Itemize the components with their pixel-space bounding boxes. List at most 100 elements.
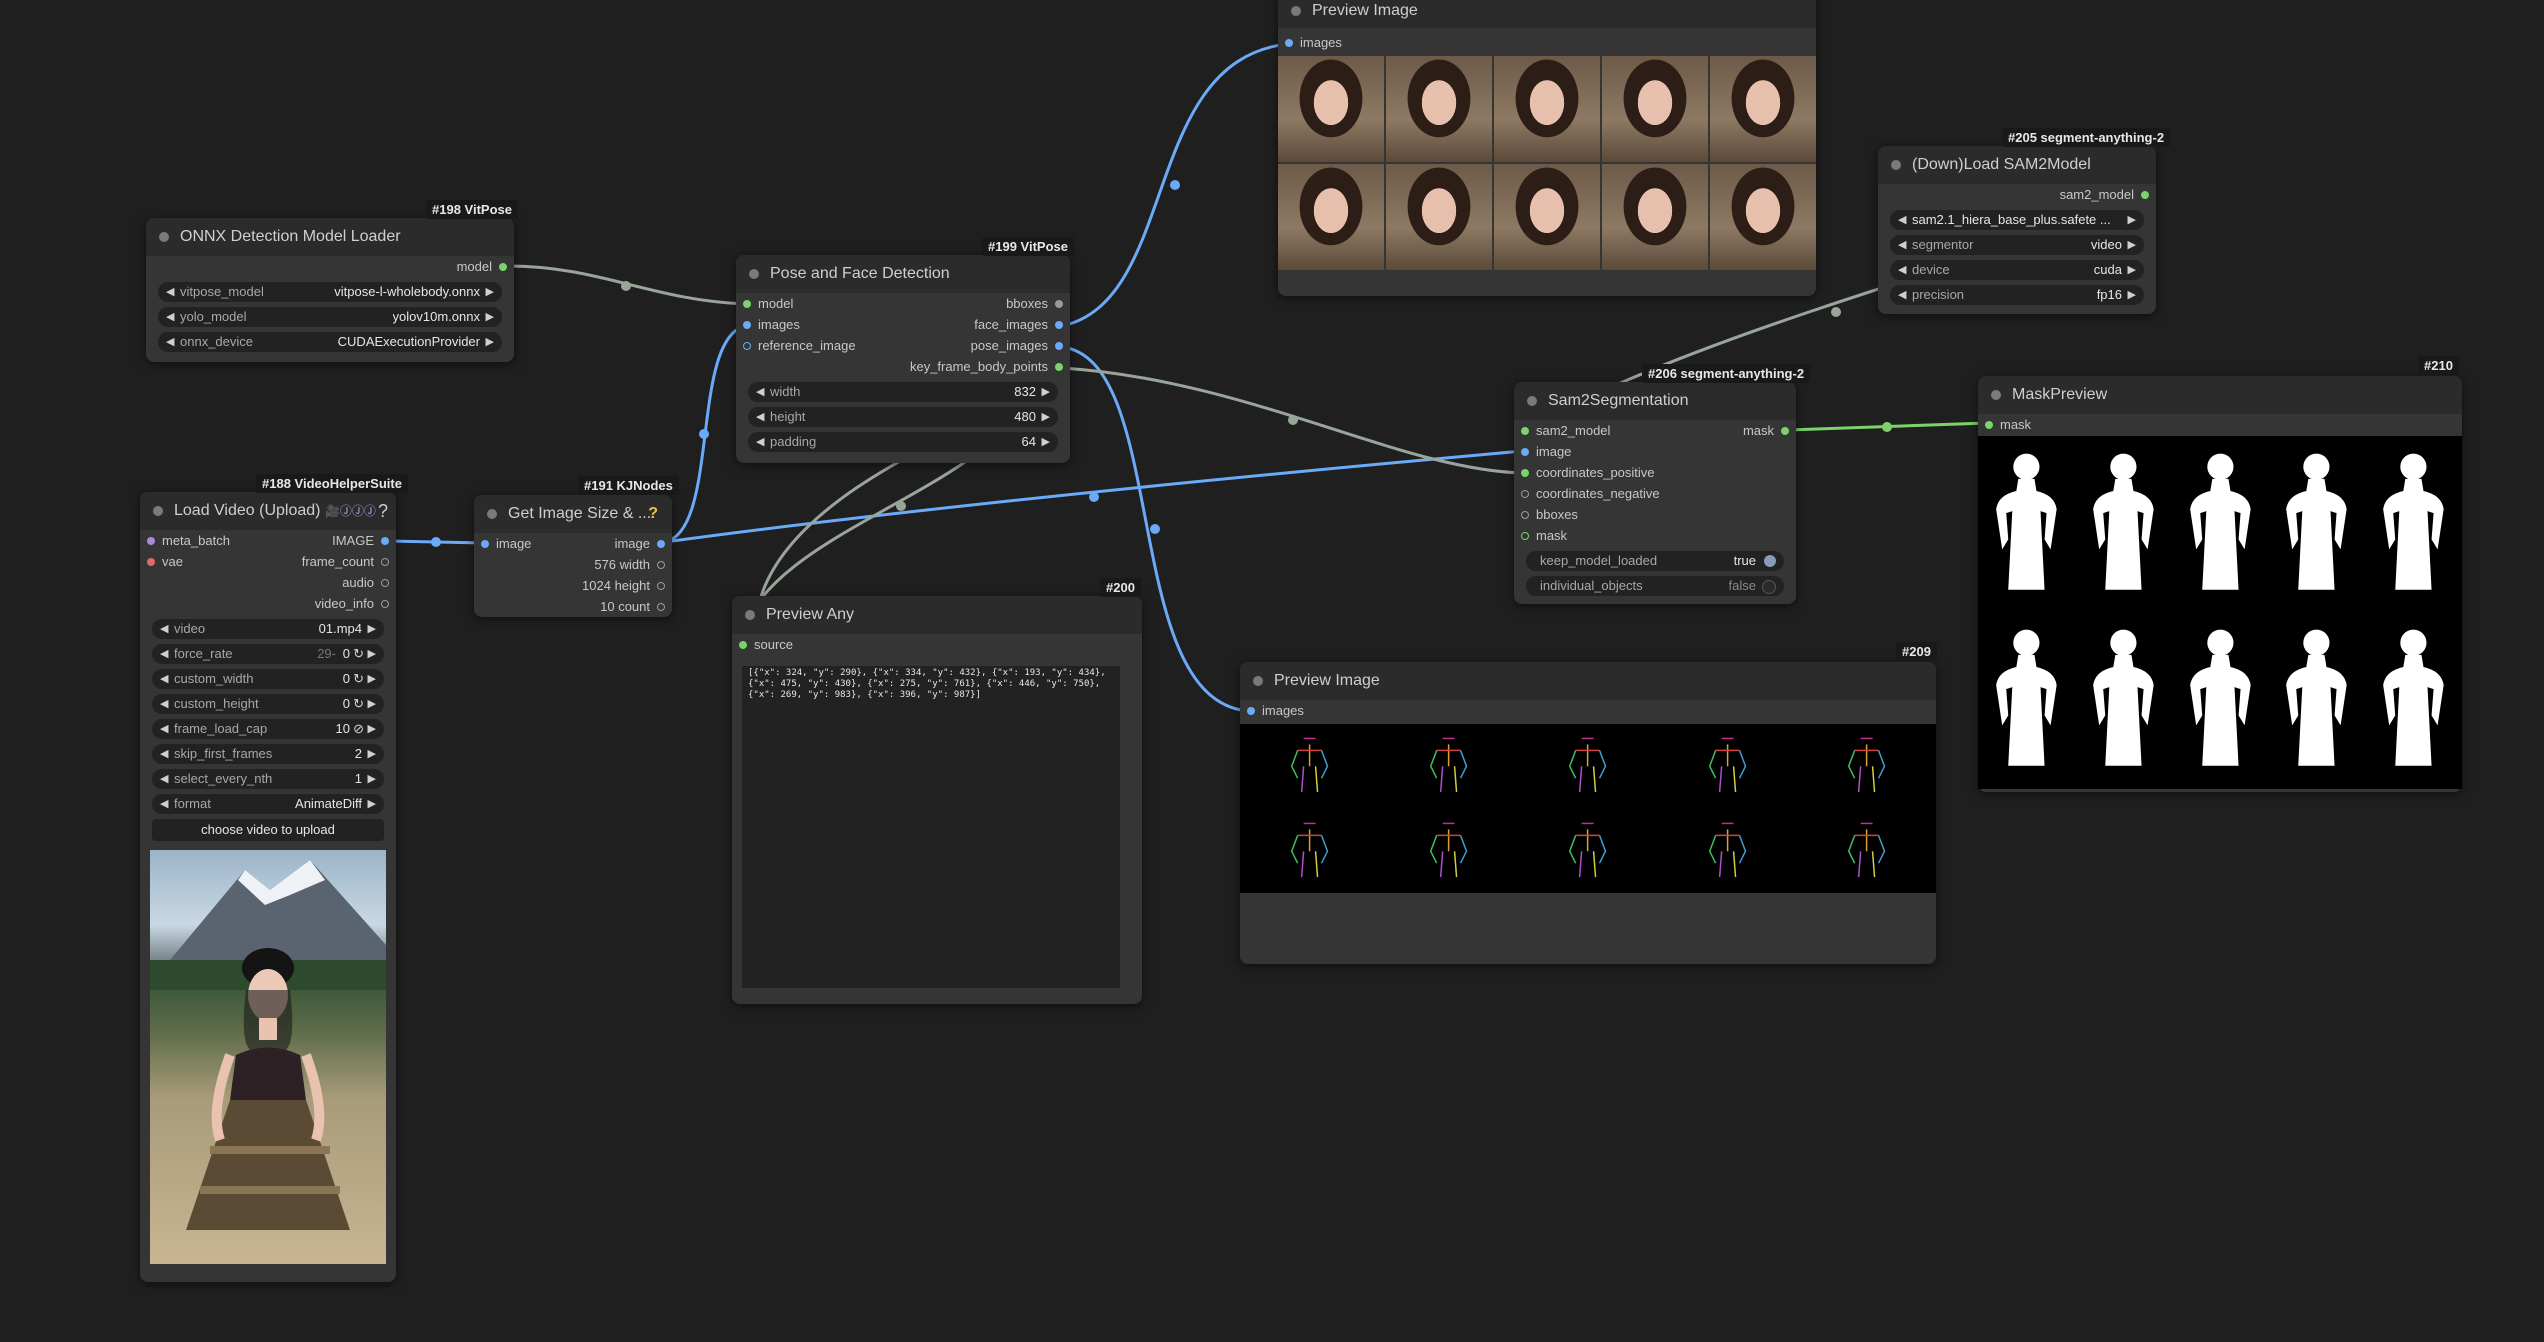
output-socket-icon[interactable]	[499, 263, 507, 271]
onnx-loader-node[interactable]: ONNX Detection Model Loader model ◀ vitpo…	[146, 218, 514, 362]
node-title[interactable]: ONNX Detection Model Loader	[146, 218, 514, 256]
input-socket-icon[interactable]	[1521, 427, 1529, 435]
preview-text-area[interactable]: [{"x": 324, "y": 290}, {"x": 334, "y": 4…	[742, 666, 1120, 988]
arrow-right-icon[interactable]: ▶	[368, 719, 376, 739]
mask-thumbnail[interactable]	[2365, 612, 2462, 789]
widget-frame-load-cap[interactable]: ◀ frame_load_cap 10 ⊘ ▶	[152, 719, 384, 739]
face-thumbnail[interactable]	[1602, 56, 1708, 162]
pose-thumbnail[interactable]	[1240, 724, 1380, 809]
io-row[interactable]: sam2_model	[1878, 184, 2156, 205]
output-socket-icon[interactable]	[381, 600, 389, 608]
mask-thumbnail[interactable]	[2365, 436, 2462, 613]
collapse-dot-icon[interactable]	[1991, 390, 2001, 400]
output-socket-icon[interactable]	[657, 603, 665, 611]
face-thumbnail[interactable]	[1494, 164, 1600, 270]
io-row[interactable]: coordinates_positive	[1514, 462, 1796, 483]
mask-preview-node[interactable]: MaskPreview mask	[1978, 376, 2462, 792]
input-socket-icon[interactable]	[147, 537, 155, 545]
input-socket-icon[interactable]	[481, 540, 489, 548]
io-row[interactable]: key_frame_body_points	[736, 356, 1070, 377]
pose-thumbnail[interactable]	[1657, 724, 1797, 809]
load-sam2-model-node[interactable]: (Down)Load SAM2Model sam2_model ◀ sam2.1_…	[1878, 146, 2156, 314]
reset-icon[interactable]: ↻	[353, 644, 364, 664]
node-title[interactable]: (Down)Load SAM2Model	[1878, 146, 2156, 184]
face-thumbnail[interactable]	[1494, 56, 1600, 162]
output-socket-icon[interactable]	[657, 582, 665, 590]
arrow-left-icon[interactable]: ◀	[166, 282, 174, 302]
face-thumbnail[interactable]	[1710, 56, 1816, 162]
output-socket-icon[interactable]	[1055, 342, 1063, 350]
arrow-right-icon[interactable]: ▶	[368, 644, 376, 664]
help-icon[interactable]: ?	[648, 495, 658, 533]
arrow-left-icon[interactable]: ◀	[160, 694, 168, 714]
arrow-right-icon[interactable]: ▶	[1042, 407, 1050, 427]
arrow-right-icon[interactable]: ▶	[2128, 285, 2136, 305]
face-thumbnail[interactable]	[1602, 164, 1708, 270]
arrow-left-icon[interactable]: ◀	[1898, 285, 1906, 305]
pose-thumbnail[interactable]	[1379, 808, 1519, 894]
widget-yolo-model[interactable]: ◀ yolo_model yolov10m.onnx ▶	[158, 307, 502, 327]
disable-icon[interactable]: ⊘	[353, 719, 364, 739]
input-socket-icon[interactable]	[1247, 707, 1255, 715]
arrow-right-icon[interactable]: ▶	[2128, 260, 2136, 280]
arrow-left-icon[interactable]: ◀	[160, 769, 168, 789]
io-row[interactable]: source	[732, 634, 1142, 655]
face-thumbnail[interactable]	[1386, 164, 1492, 270]
collapse-dot-icon[interactable]	[1891, 160, 1901, 170]
arrow-right-icon[interactable]: ▶	[368, 694, 376, 714]
input-socket-icon[interactable]	[1985, 421, 1993, 429]
output-row[interactable]: model	[146, 256, 514, 277]
collapse-dot-icon[interactable]	[745, 610, 755, 620]
output-socket-icon[interactable]	[381, 579, 389, 587]
io-row[interactable]: mask	[1978, 414, 2462, 435]
io-row[interactable]: bboxes	[1514, 504, 1796, 525]
widget-force-rate[interactable]: ◀ force_rate 29- 0 ↻ ▶	[152, 644, 384, 664]
arrow-right-icon[interactable]: ▶	[1042, 432, 1050, 452]
input-socket-icon[interactable]	[743, 342, 751, 350]
mask-thumbnail[interactable]	[2074, 612, 2172, 789]
mask-thumbnail[interactable]	[2171, 436, 2269, 613]
output-socket-icon[interactable]	[1781, 427, 1789, 435]
preview-image-faces-node[interactable]: Preview Image images	[1278, 0, 1816, 296]
node-title[interactable]: Preview Any	[732, 596, 1142, 634]
widget-model[interactable]: ◀ sam2.1_hiera_base_plus.safete ... ▶	[1890, 210, 2144, 230]
reset-icon[interactable]: ↻	[353, 669, 364, 689]
arrow-left-icon[interactable]: ◀	[160, 719, 168, 739]
face-thumbnail[interactable]	[1278, 164, 1384, 270]
input-socket-icon[interactable]	[1521, 511, 1529, 519]
arrow-right-icon[interactable]: ▶	[368, 744, 376, 764]
input-socket-icon[interactable]	[1521, 448, 1529, 456]
node-title[interactable]: Load Video (Upload) 🎥ⒿⒿⒿ?	[140, 492, 396, 530]
help-icon[interactable]: ?	[378, 492, 388, 530]
pose-thumbnail[interactable]	[1796, 724, 1936, 809]
output-socket-icon[interactable]	[1055, 321, 1063, 329]
io-row[interactable]: 10 count	[474, 596, 672, 617]
toggle-knob-icon[interactable]	[1762, 580, 1776, 594]
node-title[interactable]: Sam2Segmentation	[1514, 382, 1796, 420]
io-row[interactable]: reference_image pose_images	[736, 335, 1070, 356]
mask-thumbnail[interactable]	[2171, 612, 2269, 789]
widget-skip-first-frames[interactable]: ◀ skip_first_frames 2 ▶	[152, 744, 384, 764]
node-title[interactable]: Preview Image	[1278, 0, 1816, 28]
widget-vitpose-model[interactable]: ◀ vitpose_model vitpose-l-wholebody.onnx ▶	[158, 282, 502, 302]
widget-video[interactable]: ◀ video 01.mp4 ▶	[152, 619, 384, 639]
preview-image-pose-node[interactable]: Preview Image images	[1240, 662, 1936, 964]
get-image-size-node[interactable]: Get Image Size & ...? image image 576 wid…	[474, 495, 672, 617]
arrow-right-icon[interactable]: ▶	[368, 669, 376, 689]
arrow-left-icon[interactable]: ◀	[756, 382, 764, 402]
arrow-left-icon[interactable]: ◀	[1898, 210, 1906, 230]
input-socket-icon[interactable]	[1521, 490, 1529, 498]
sam2-segmentation-node[interactable]: Sam2Segmentation sam2_model mask image co…	[1514, 382, 1796, 604]
mask-thumbnail[interactable]	[2074, 436, 2172, 613]
io-row[interactable]: model bboxes	[736, 293, 1070, 314]
input-socket-icon[interactable]	[1521, 469, 1529, 477]
pose-thumbnail[interactable]	[1240, 808, 1380, 894]
widget-width[interactable]: ◀ width 832 ▶	[748, 382, 1058, 402]
arrow-right-icon[interactable]: ▶	[2128, 210, 2136, 230]
face-thumbnail[interactable]	[1386, 56, 1492, 162]
toggle-individual-objects[interactable]: individual_objects false	[1526, 576, 1784, 596]
widget-onnx-device[interactable]: ◀ onnx_device CUDAExecutionProvider ▶	[158, 332, 502, 352]
io-row[interactable]: sam2_model mask	[1514, 420, 1796, 441]
output-socket-icon[interactable]	[2141, 191, 2149, 199]
mask-thumbnail[interactable]	[2268, 436, 2366, 613]
